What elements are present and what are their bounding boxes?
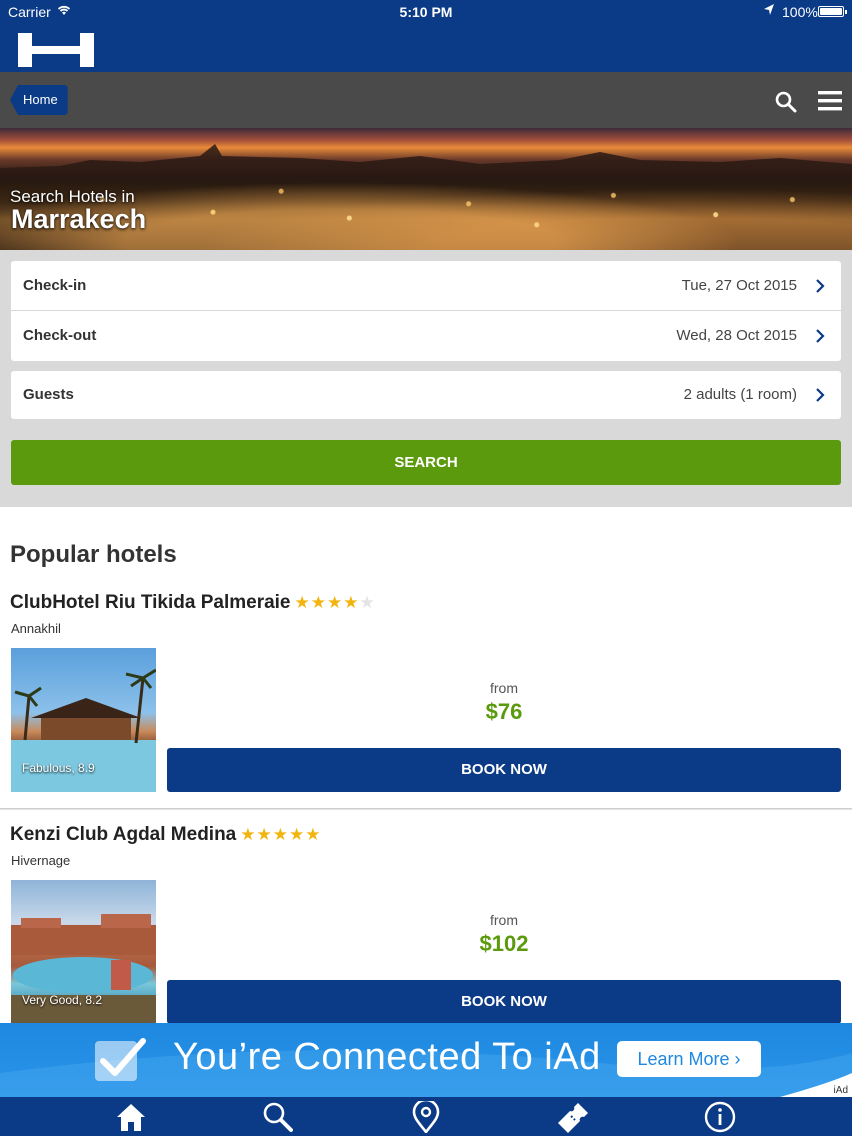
hotel-name[interactable]: Kenzi Club Agdal Medina — [10, 824, 236, 845]
hotel-area: Hivernage — [11, 853, 71, 868]
location-arrow-icon — [764, 4, 774, 15]
ad-tag: iAd — [833, 1085, 848, 1096]
hotel-card: ClubHotel Riu Tikida Palmeraie ★★★★★ Anna… — [0, 578, 852, 809]
book-now-button[interactable]: BOOK NOW — [167, 748, 841, 792]
battery-icon — [818, 6, 847, 17]
chevron-right-icon — [816, 279, 825, 293]
chevron-right-icon — [816, 329, 825, 343]
hero-banner: Search Hotels in Marrakech — [0, 128, 852, 250]
star-rating-icon: ★★★★★ — [294, 593, 376, 612]
hero-city: Marrakech — [11, 204, 147, 234]
search-form: Check-in Tue, 27 Oct 2015 Check-out Wed,… — [0, 250, 852, 507]
hotel-area: Annakhil — [11, 621, 61, 636]
guests-value: 2 adults (1 room) — [683, 386, 797, 403]
checkin-value: Tue, 27 Oct 2015 — [681, 277, 797, 294]
checkmark-icon — [95, 1038, 146, 1081]
checkin-label: Check-in — [23, 277, 87, 294]
search-icon[interactable] — [774, 90, 798, 114]
chevron-right-icon — [816, 388, 825, 402]
ticket-icon[interactable] — [556, 1101, 590, 1133]
status-bar: Carrier 5:10 PM 100% — [0, 0, 852, 24]
checkin-row[interactable]: Check-in Tue, 27 Oct 2015 — [11, 261, 841, 311]
hotel-photo[interactable]: Fabulous, 8.9 — [11, 648, 156, 792]
checkout-row[interactable]: Check-out Wed, 28 Oct 2015 — [11, 311, 841, 361]
guests-label: Guests — [23, 386, 74, 403]
info-icon[interactable] — [703, 1101, 737, 1133]
star-rating-icon: ★★★★★ — [240, 825, 322, 844]
hotel-name[interactable]: ClubHotel Riu Tikida Palmeraie — [10, 592, 291, 613]
book-now-button[interactable]: BOOK NOW — [167, 980, 841, 1024]
home-icon[interactable] — [114, 1101, 148, 1133]
ad-headline: You’re Connected To iAd — [173, 1036, 601, 1078]
hotel-price: $76 — [485, 699, 523, 724]
iad-banner[interactable]: You’re Connected To iAd Learn More › iAd — [0, 1023, 852, 1097]
hotel-price: $102 — [479, 931, 529, 956]
hotel-photo[interactable]: Very Good, 8.2 — [11, 880, 156, 1024]
home-button[interactable]: Home — [10, 85, 68, 115]
hotel-card: Kenzi Club Agdal Medina ★★★★★ Hivernage V… — [0, 809, 852, 1040]
location-pin-icon[interactable] — [409, 1101, 443, 1133]
app-header: Carrier 5:10 PM 100% — [0, 0, 852, 72]
guests-row[interactable]: Guests 2 adults (1 room) — [11, 371, 841, 419]
search-icon[interactable] — [261, 1101, 295, 1133]
learn-more-button[interactable]: Learn More › — [617, 1041, 761, 1077]
checkout-value: Wed, 28 Oct 2015 — [676, 327, 797, 344]
hotels-logo[interactable] — [18, 33, 94, 67]
price-from-label: from — [490, 912, 518, 928]
section-title: Popular hotels — [10, 541, 177, 568]
nav-bar: Home — [0, 72, 852, 128]
clock: 5:10 PM — [399, 4, 453, 20]
search-button[interactable]: SEARCH — [11, 440, 841, 485]
price-from-label: from — [490, 680, 518, 696]
checkout-label: Check-out — [23, 327, 97, 344]
hotel-rating: Fabulous, 8.9 — [22, 761, 95, 775]
battery-percent: 100% — [782, 4, 818, 20]
tab-bar — [0, 1097, 852, 1136]
menu-icon[interactable] — [818, 90, 842, 112]
hotel-rating: Very Good, 8.2 — [22, 993, 103, 1007]
